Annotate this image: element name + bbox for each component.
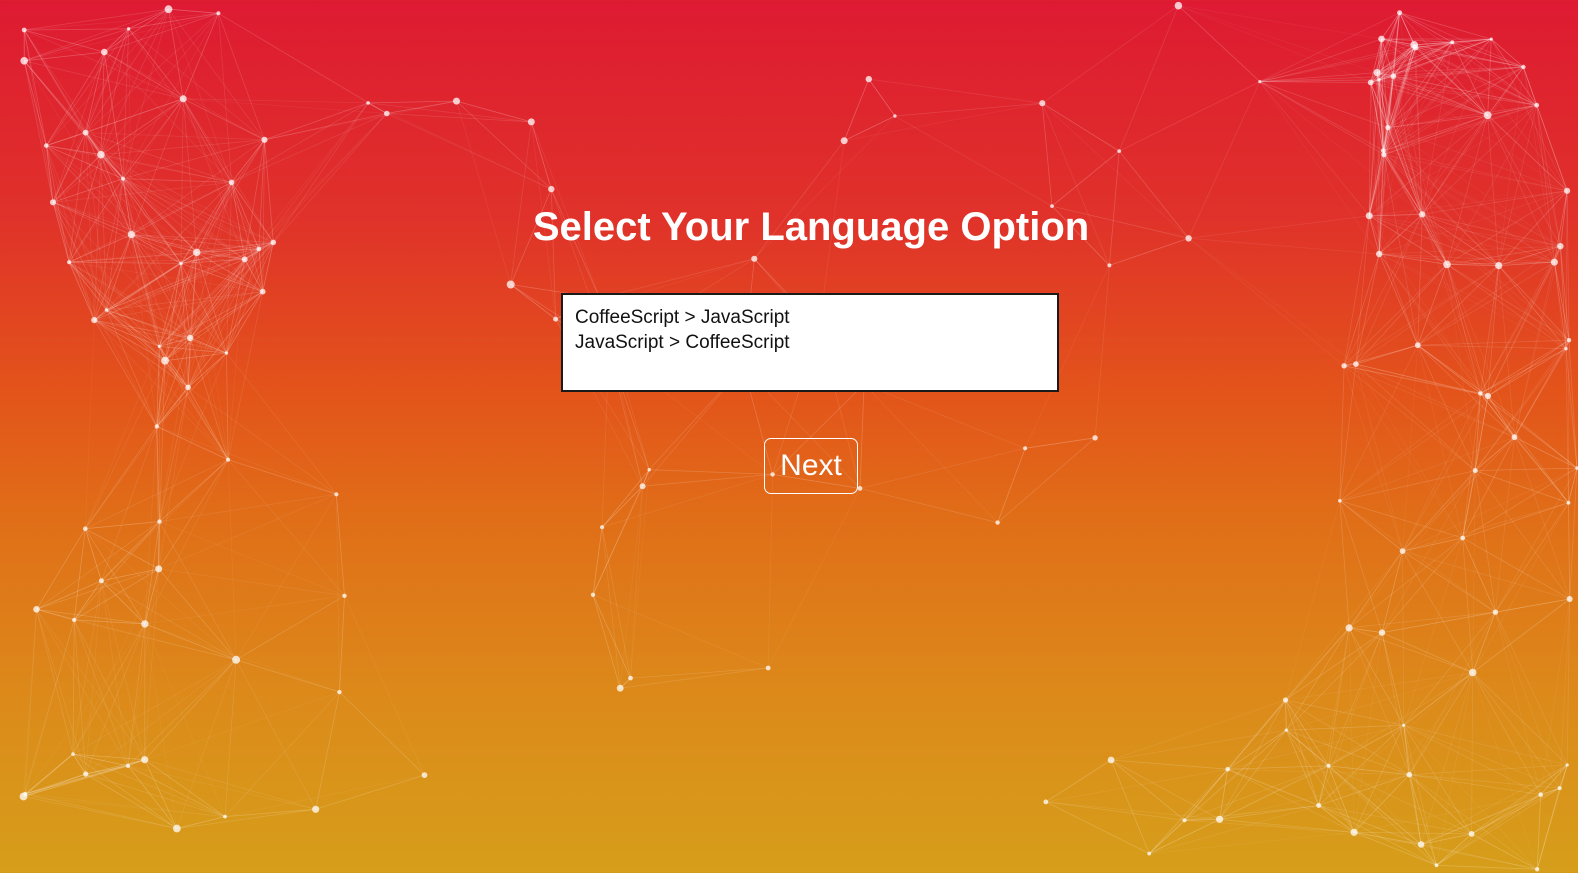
language-select-list[interactable]: CoffeeScript > JavaScript JavaScript > C…: [561, 293, 1059, 392]
network-background: [19, 1, 1578, 872]
language-option-coffee-to-js[interactable]: CoffeeScript > JavaScript: [575, 305, 1045, 330]
page-title: Select Your Language Option: [532, 205, 1090, 249]
network-nodes: [19, 1, 1578, 872]
language-option-js-to-coffee[interactable]: JavaScript > CoffeeScript: [575, 330, 1045, 355]
next-button[interactable]: Next: [764, 438, 858, 494]
